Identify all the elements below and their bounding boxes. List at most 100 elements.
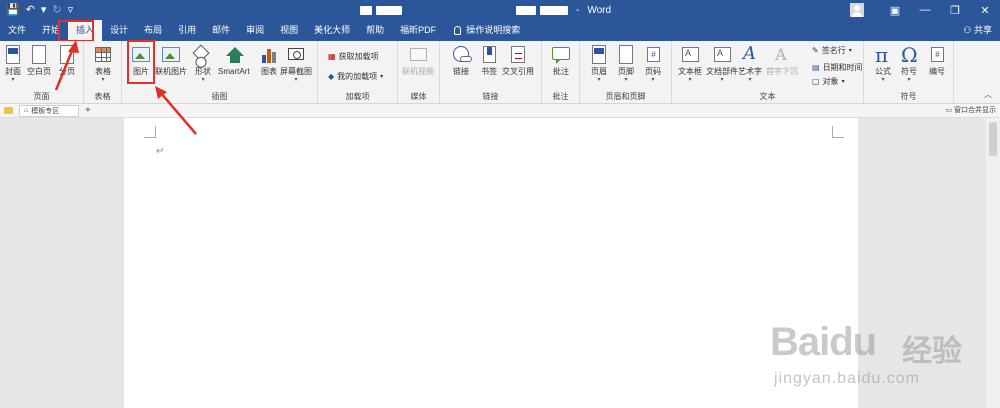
group-symbols: π 公式 ▾ Ω 符号 ▾ # 编号 符号 <box>864 41 954 104</box>
table-button[interactable]: 表格 ▾ <box>92 45 114 84</box>
shapes-label: 形状 <box>195 67 211 76</box>
ribbon-display-options-icon[interactable]: ▣ <box>880 0 910 20</box>
equation-button[interactable]: π 公式 ▾ <box>872 43 894 84</box>
undo-icon[interactable]: ↶ <box>26 0 35 20</box>
dropdown-arrow-icon: ▾ <box>201 77 205 83</box>
group-label-tables: 表格 <box>94 92 111 101</box>
doc-name-redacted <box>376 5 402 15</box>
add-tab-button[interactable]: + <box>85 105 91 116</box>
quick-parts-button[interactable]: 文档部件 ▾ <box>706 45 738 84</box>
folder-icon[interactable] <box>4 107 13 114</box>
group-label-media: 媒体 <box>410 92 427 101</box>
header-button[interactable]: 页眉 ▾ <box>588 45 610 84</box>
watermark-url: jingyan.baidu.com <box>774 370 920 387</box>
dropdown-arrow-icon: ▾ <box>688 77 692 83</box>
cover-page-label: 封面 <box>5 67 21 76</box>
tab-file[interactable]: 文件 <box>0 20 34 41</box>
shapes-button[interactable]: 形状 ▾ <box>192 44 214 84</box>
cover-page-button[interactable]: 封面 ▾ <box>2 45 24 84</box>
person-icon: ⚇ <box>963 25 974 35</box>
collapse-ribbon-icon[interactable]: ︿ <box>984 89 992 100</box>
online-video-button[interactable]: 联机视频 <box>402 45 434 77</box>
tab-review[interactable]: 审阅 <box>238 20 272 41</box>
signature-icon: ✎ <box>812 46 819 55</box>
symbol-button[interactable]: Ω 符号 ▾ <box>898 43 920 84</box>
wordart-button[interactable]: A 艺术字 ▾ <box>738 43 762 84</box>
object-button[interactable]: ▢ 对象 ▾ <box>812 76 845 87</box>
margin-corner-mark <box>144 126 156 138</box>
merge-windows-button[interactable]: ▭ 窗口合并显示 <box>945 104 996 118</box>
number-icon: # <box>931 47 944 62</box>
my-addins-button[interactable]: ◆ 我的加载项 ▾ <box>328 71 383 82</box>
save-icon[interactable]: 💾 <box>6 0 20 20</box>
scrollbar-thumb[interactable] <box>989 122 997 156</box>
undo-dropdown-icon[interactable]: ▾ <box>41 0 47 20</box>
tab-beautify[interactable]: 美化大师 <box>306 20 358 41</box>
tab-references[interactable]: 引用 <box>170 20 204 41</box>
page-break-button[interactable]: 分页 <box>56 45 78 77</box>
omega-icon: Ω <box>901 43 918 67</box>
doc-tab-template[interactable]: ⌂ 模板专区 <box>19 104 79 117</box>
customize-qat-icon[interactable]: ▿ <box>68 0 74 20</box>
tab-design[interactable]: 设计 <box>102 20 136 41</box>
share-button[interactable]: ⚇ 共享 <box>963 20 992 41</box>
table-label: 表格 <box>95 67 111 76</box>
group-media: 联机视频 媒体 <box>398 41 440 104</box>
margin-corner-mark <box>832 126 844 138</box>
drop-cap-label: 首字下沉 <box>766 67 798 76</box>
online-video-label: 联机视频 <box>402 67 434 76</box>
avatar[interactable] <box>850 3 864 17</box>
cross-reference-button[interactable]: 交叉引用 <box>502 45 534 77</box>
new-comment-button[interactable]: 批注 <box>550 45 572 77</box>
object-label: 对象 <box>822 77 839 86</box>
page-number-button[interactable]: # 页码 ▾ <box>642 45 664 84</box>
link-label: 链接 <box>453 67 469 76</box>
shapes-icon <box>192 44 210 62</box>
video-icon <box>410 48 427 61</box>
date-time-button[interactable]: ▤ 日期和时间 <box>812 62 863 73</box>
numbering-label: 编号 <box>929 67 945 76</box>
tab-foxit-pdf[interactable]: 福昕PDF <box>392 20 444 41</box>
chart-icon <box>262 47 278 63</box>
document-tab-bar: ⌂ 模板专区 + ▭ 窗口合并显示 <box>0 104 1000 118</box>
close-button[interactable]: ✕ <box>970 0 1000 20</box>
textbox-button[interactable]: 文本框 ▾ <box>678 45 702 84</box>
redo-icon[interactable]: ↻ <box>52 0 61 20</box>
bookmark-button[interactable]: 书签 <box>478 45 500 77</box>
tell-me-label: 操作说明搜索 <box>466 25 521 35</box>
online-picture-button[interactable]: 联机图片 <box>155 45 187 77</box>
app-name: Word <box>587 4 612 16</box>
quick-access-toolbar: 💾 ↶ ▾ ↻ ▿ <box>0 0 73 20</box>
get-addins-label: 获取加载项 <box>338 52 379 61</box>
get-addins-button[interactable]: ▦ 获取加载项 <box>328 51 379 62</box>
footer-button[interactable]: 页脚 ▾ <box>615 45 637 84</box>
signature-line-button[interactable]: ✎ 签名行 ▾ <box>812 45 852 56</box>
minimize-button[interactable]: — <box>910 0 940 20</box>
drop-cap-button[interactable]: A 首字下沉 <box>766 45 798 77</box>
restore-button[interactable]: ❐ <box>940 0 970 20</box>
numbering-button[interactable]: # 编号 <box>926 45 948 77</box>
tab-help[interactable]: 帮助 <box>358 20 392 41</box>
window-title: - Word <box>360 0 611 20</box>
smartart-button[interactable]: SmartArt <box>218 45 250 77</box>
doc-name-redacted <box>540 5 568 15</box>
blank-page-icon <box>32 45 46 64</box>
dropdown-arrow-icon: ▾ <box>841 79 845 85</box>
group-text: 文本框 ▾ 文档部件 ▾ A 艺术字 ▾ A 首字下沉 ✎ 签名行 ▾ ▤ 日期… <box>672 41 864 104</box>
chart-button[interactable]: 图表 <box>258 45 280 77</box>
ribbon-tabs: 文件 开始 插入 设计 布局 引用 邮件 审阅 视图 美化大师 帮助 福昕PDF… <box>0 20 1000 41</box>
blank-page-button[interactable]: 空白页 <box>27 45 51 77</box>
tab-view[interactable]: 视图 <box>272 20 306 41</box>
document-page[interactable]: ↵ <box>124 118 858 408</box>
textbox-icon <box>682 47 699 62</box>
link-button[interactable]: 链接 <box>450 45 472 77</box>
tab-layout[interactable]: 布局 <box>136 20 170 41</box>
dropdown-arrow-icon: ▾ <box>624 77 628 83</box>
tell-me-search[interactable]: 操作说明搜索 <box>444 20 520 41</box>
tab-mailings[interactable]: 邮件 <box>204 20 238 41</box>
merge-windows-label: 窗口合并显示 <box>954 107 996 114</box>
group-comments: 批注 批注 <box>542 41 580 104</box>
doc-name-redacted <box>360 5 372 15</box>
screenshot-button[interactable]: 屏幕截图 ▾ <box>280 45 312 84</box>
dropdown-arrow-icon: ▾ <box>597 77 601 83</box>
